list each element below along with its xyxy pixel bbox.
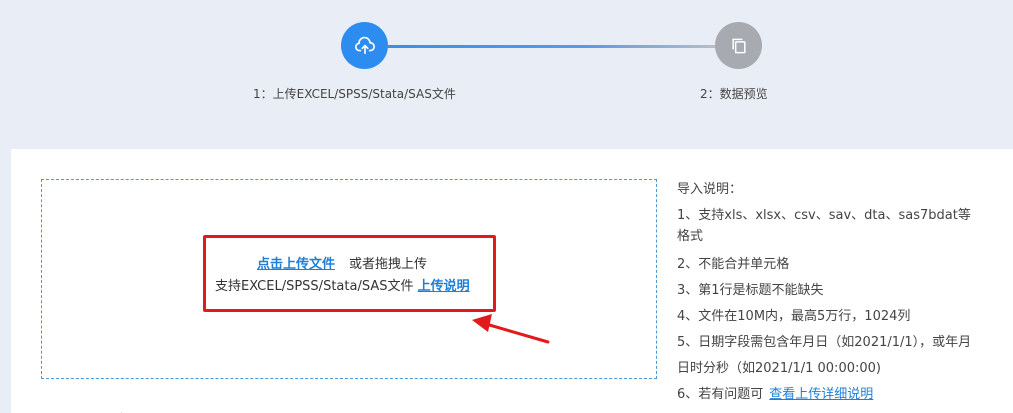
- cloud-upload-icon: [354, 36, 375, 54]
- import-instructions: 导入说明： 1、支持xls、xlsx、csv、sav、dta、sas7bdat等…: [677, 178, 977, 408]
- detail-instructions-link[interactable]: 查看上传详细说明: [769, 387, 873, 402]
- dropzone-line-2: 支持EXCEL/SPSS/Stata/SAS文件 上传说明: [215, 275, 470, 294]
- instruction-item: 2、不能合并单元格: [677, 257, 790, 272]
- step-2-preview[interactable]: [715, 22, 762, 69]
- step-1-upload[interactable]: [341, 22, 388, 69]
- dropzone-line-1: 点击上传文件 或者拖拽上传: [257, 253, 427, 272]
- supported-formats-text: 支持EXCEL/SPSS/Stata/SAS文件: [215, 279, 414, 294]
- step-1-label: 1：上传EXCEL/SPSS/Stata/SAS文件: [253, 87, 456, 101]
- click-upload-link[interactable]: 点击上传文件: [257, 257, 335, 272]
- annotation-highlight-box: [203, 235, 496, 312]
- instruction-item: 1、支持xls、xlsx、csv、sav、dta、sas7bdat等格式: [677, 208, 971, 244]
- instruction-item: 5、日期字段需包含年月日（如2021/1/1），或年月日时分秒（如2021/1/…: [677, 335, 972, 376]
- annotation-arrow-icon: [472, 314, 550, 344]
- drag-upload-text: 或者拖拽上传: [349, 257, 428, 272]
- cut-off-footer-fragment: [52, 404, 122, 413]
- instructions-title: 导入说明：: [677, 182, 743, 197]
- copy-icon: [731, 38, 746, 53]
- instruction-item: 4、文件在10M内，最高5万行，1024列: [677, 309, 911, 324]
- instruction-item-6-text: 6、若有问题可: [677, 387, 764, 402]
- step-2-label: 2：数据预览: [700, 87, 768, 101]
- upload-stepper: 1：上传EXCEL/SPSS/Stata/SAS文件 2：数据预览: [0, 0, 1013, 150]
- instruction-item-6: 6、若有问题可 查看上传详细说明: [677, 382, 977, 408]
- step-progress-line: [388, 45, 718, 48]
- instruction-item: 3、第1行是标题不能缺失: [677, 283, 824, 298]
- upload-help-link[interactable]: 上传说明: [418, 279, 470, 294]
